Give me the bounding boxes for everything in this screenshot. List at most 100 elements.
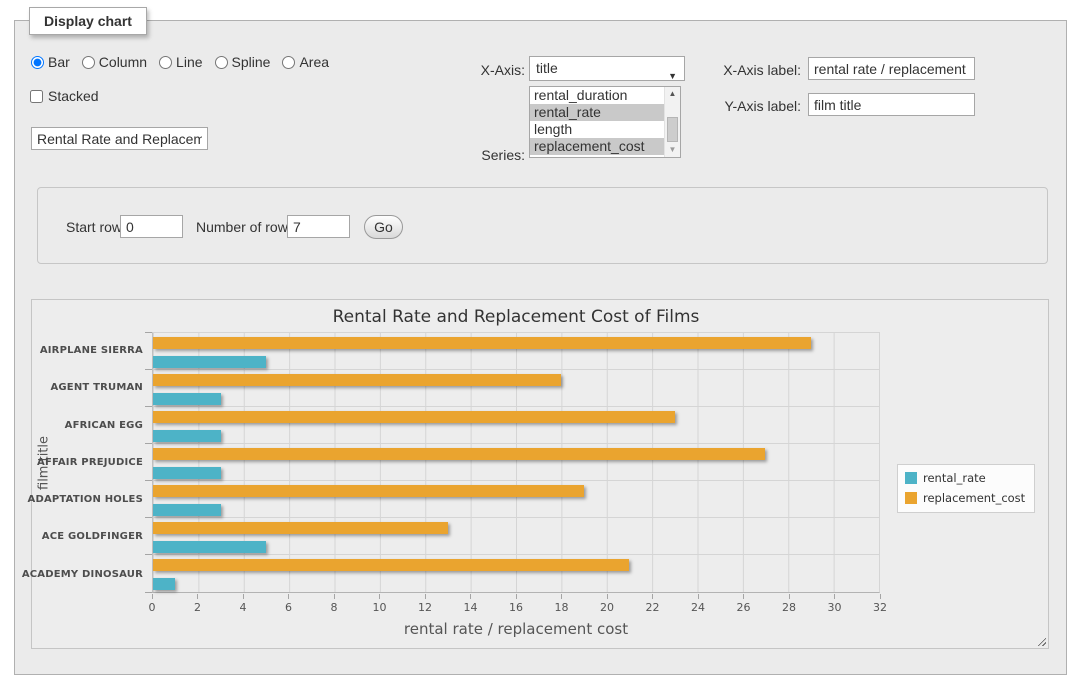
display-chart-fieldset: Display chart BarColumnLineSplineArea St… bbox=[14, 20, 1067, 675]
x-axis-label-label: X-Axis label: bbox=[705, 62, 801, 78]
chart-title: Rental Rate and Replacement Cost of Film… bbox=[32, 307, 1000, 327]
scroll-down-icon[interactable]: ▼ bbox=[665, 144, 680, 156]
chart-type-option-area[interactable]: Area bbox=[282, 54, 329, 70]
bar-replacement_cost[interactable] bbox=[153, 411, 675, 423]
legend-item-replacement_cost[interactable]: replacement_cost bbox=[905, 491, 1025, 505]
category-label: AIRPLANE SIERRA bbox=[50, 332, 150, 369]
category-label: AGENT TRUMAN bbox=[50, 369, 150, 406]
category-label: AFRICAN EGG bbox=[50, 407, 150, 444]
chart-type-option-bar[interactable]: Bar bbox=[31, 54, 70, 70]
chart-type-text: Column bbox=[99, 54, 147, 70]
chart-title-input[interactable] bbox=[31, 127, 208, 150]
x-tick-6: 6 bbox=[269, 594, 309, 614]
resize-grip-icon[interactable] bbox=[1035, 635, 1046, 646]
go-button[interactable]: Go bbox=[364, 215, 403, 239]
num-rows-label: Number of rows: bbox=[196, 219, 299, 235]
series-option-replacement_cost[interactable]: replacement_cost bbox=[530, 138, 664, 155]
bar-rental_rate[interactable] bbox=[153, 467, 221, 479]
chart-type-radio-column[interactable] bbox=[82, 56, 95, 69]
y-axis-label-input[interactable] bbox=[808, 93, 975, 116]
x-tick-12: 12 bbox=[405, 594, 445, 614]
plot-row bbox=[153, 555, 879, 592]
chart-type-group: Bar Column Line Spline Area bbox=[31, 54, 329, 70]
chart-type-radio-line[interactable] bbox=[159, 56, 172, 69]
chart-type-option-column[interactable]: Column bbox=[82, 54, 147, 70]
y-axis-label-label: Y-Axis label: bbox=[705, 98, 801, 114]
chart-type-text: Line bbox=[176, 54, 202, 70]
x-axis-title: rental rate / replacement cost bbox=[152, 620, 880, 638]
start-row-input[interactable] bbox=[120, 215, 183, 238]
num-rows-input[interactable] bbox=[287, 215, 350, 238]
bar-replacement_cost[interactable] bbox=[153, 559, 629, 571]
plot-row bbox=[153, 481, 879, 518]
bar-rental_rate[interactable] bbox=[153, 578, 175, 590]
legend-label: replacement_cost bbox=[923, 491, 1025, 505]
bar-rental_rate[interactable] bbox=[153, 393, 221, 405]
x-tick-0: 0 bbox=[132, 594, 172, 614]
x-tick-28: 28 bbox=[769, 594, 809, 614]
chart-type-text: Area bbox=[299, 54, 329, 70]
stacked-label: Stacked bbox=[48, 88, 99, 104]
x-tick-10: 10 bbox=[360, 594, 400, 614]
listbox-scrollbar[interactable]: ▲ ▼ bbox=[664, 87, 680, 157]
category-label: ADAPTATION HOLES bbox=[50, 481, 150, 518]
category-labels: AIRPLANE SIERRAAGENT TRUMANAFRICAN EGGAF… bbox=[50, 332, 150, 593]
chevron-down-icon: ▼ bbox=[668, 65, 677, 88]
x-tick-4: 4 bbox=[223, 594, 263, 614]
category-label: AFFAIR PREJUDICE bbox=[50, 444, 150, 481]
scroll-up-icon[interactable]: ▲ bbox=[665, 88, 680, 100]
chart-type-text: Bar bbox=[48, 54, 70, 70]
chart-legend: rental_rate replacement_cost bbox=[897, 464, 1035, 513]
x-axis-select[interactable]: title ▼ bbox=[529, 56, 685, 81]
x-tick-16: 16 bbox=[496, 594, 536, 614]
bar-rental_rate[interactable] bbox=[153, 356, 266, 368]
plot-row bbox=[153, 518, 879, 555]
plot-row bbox=[153, 370, 879, 407]
bar-replacement_cost[interactable] bbox=[153, 374, 561, 386]
x-axis-select-value: title bbox=[536, 60, 558, 76]
series-listbox[interactable]: ▲ ▼ rental_durationrental_ratelengthrepl… bbox=[529, 86, 681, 158]
category-label: ACADEMY DINOSAUR bbox=[50, 556, 150, 593]
legend-swatch bbox=[905, 492, 917, 504]
bar-rental_rate[interactable] bbox=[153, 430, 221, 442]
bar-replacement_cost[interactable] bbox=[153, 337, 811, 349]
x-tick-30: 30 bbox=[815, 594, 855, 614]
x-tick-24: 24 bbox=[678, 594, 718, 614]
x-axis-ticks: 02468101214161820222426283032 bbox=[152, 594, 880, 618]
bar-replacement_cost[interactable] bbox=[153, 485, 584, 497]
chart-type-option-spline[interactable]: Spline bbox=[215, 54, 271, 70]
scrollbar-thumb[interactable] bbox=[667, 117, 678, 142]
plot-area bbox=[152, 332, 880, 593]
x-tick-22: 22 bbox=[633, 594, 673, 614]
chart-type-text: Spline bbox=[232, 54, 271, 70]
bar-rental_rate[interactable] bbox=[153, 504, 221, 516]
series-option-rental_rate[interactable]: rental_rate bbox=[530, 104, 664, 121]
row-controls-box: Start row: Number of rows: Go bbox=[37, 187, 1048, 264]
bar-replacement_cost[interactable] bbox=[153, 522, 448, 534]
x-axis-select-label: X-Axis: bbox=[441, 62, 525, 78]
series-option-length[interactable]: length bbox=[530, 121, 664, 138]
stacked-row: Stacked bbox=[30, 88, 99, 104]
chart-type-option-line[interactable]: Line bbox=[159, 54, 202, 70]
x-tick-20: 20 bbox=[587, 594, 627, 614]
legend-label: rental_rate bbox=[923, 471, 986, 485]
chart-container: Rental Rate and Replacement Cost of Film… bbox=[31, 299, 1049, 649]
chart-type-radio-spline[interactable] bbox=[215, 56, 228, 69]
chart-type-radio-area[interactable] bbox=[282, 56, 295, 69]
plot-row bbox=[153, 407, 879, 444]
legend-item-rental_rate[interactable]: rental_rate bbox=[905, 471, 1025, 485]
x-tick-2: 2 bbox=[178, 594, 218, 614]
series-label: Series: bbox=[441, 147, 525, 163]
x-tick-26: 26 bbox=[724, 594, 764, 614]
x-axis-label-input[interactable] bbox=[808, 57, 975, 80]
bar-rental_rate[interactable] bbox=[153, 541, 266, 553]
stacked-checkbox[interactable] bbox=[30, 90, 43, 103]
bar-replacement_cost[interactable] bbox=[153, 448, 765, 460]
plot-row bbox=[153, 333, 879, 370]
x-tick-8: 8 bbox=[314, 594, 354, 614]
series-option-rental_duration[interactable]: rental_duration bbox=[530, 87, 664, 104]
start-row-label: Start row: bbox=[66, 219, 126, 235]
x-tick-18: 18 bbox=[542, 594, 582, 614]
chart-type-radio-bar[interactable] bbox=[31, 56, 44, 69]
plot-row bbox=[153, 444, 879, 481]
